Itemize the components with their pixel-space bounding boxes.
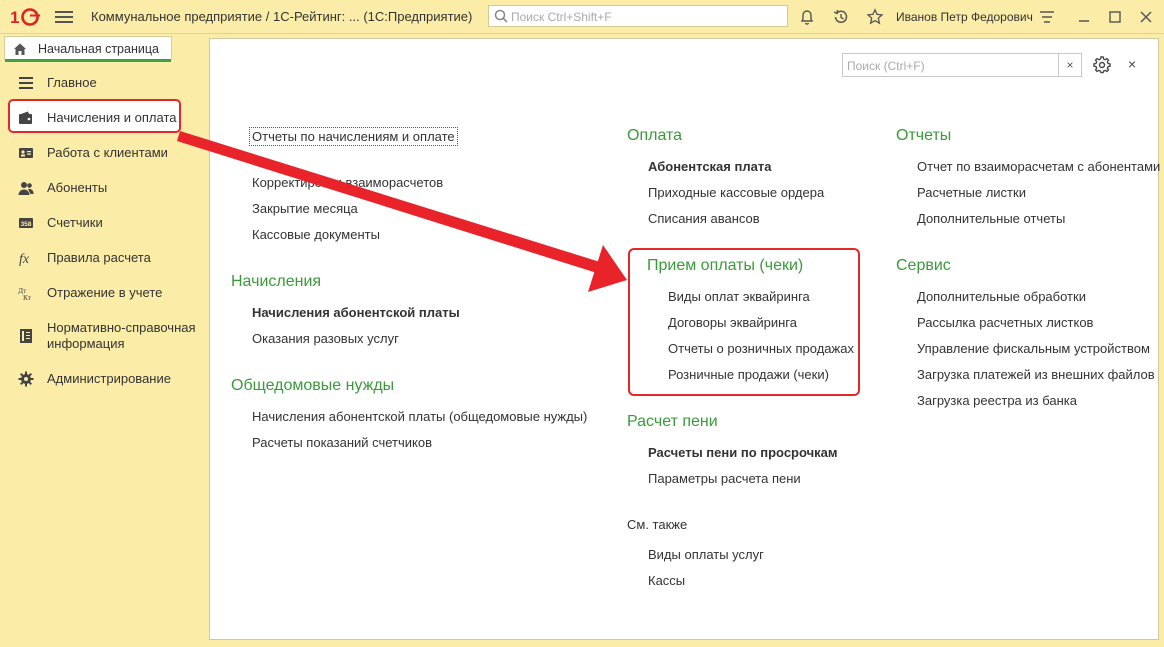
- link-advance-writeoffs[interactable]: Списания авансов: [648, 211, 760, 226]
- link-import-bank-registry[interactable]: Загрузка реестра из банка: [917, 393, 1077, 408]
- link-month-closing[interactable]: Закрытие месяца: [252, 201, 358, 216]
- link-common-house-charges[interactable]: Начисления абонентской платы (общедомовы…: [252, 409, 587, 424]
- link-acquiring-contracts[interactable]: Договоры эквайринга: [668, 315, 797, 330]
- history-icon[interactable]: [832, 8, 850, 26]
- settings-gear-icon[interactable]: [1093, 56, 1111, 74]
- svg-text:fx: fx: [19, 252, 30, 266]
- user-name[interactable]: Иванов Петр Федорович: [896, 10, 1033, 24]
- 1c-logo-icon[interactable]: 1: [10, 7, 44, 27]
- link-subscription-fee[interactable]: Абонентская плата: [648, 159, 771, 174]
- bell-icon[interactable]: [798, 8, 816, 26]
- link-overdue-penalties[interactable]: Расчеты пени по просрочкам: [648, 445, 838, 460]
- section-title-reports: Отчеты: [896, 127, 952, 144]
- sidebar-item-label-line2: информация: [47, 336, 125, 351]
- section-title-payment-acceptance: Прием оплаты (чеки): [647, 257, 804, 274]
- link-penalty-parameters[interactable]: Параметры расчета пени: [648, 471, 801, 486]
- tab-home-label: Начальная страница: [38, 42, 159, 56]
- link-cash-documents[interactable]: Кассовые документы: [252, 227, 380, 242]
- link-pay-slips[interactable]: Расчетные листки: [917, 185, 1026, 200]
- active-tab-indicator: [5, 59, 171, 62]
- sidebar-item-label: Начисления и оплата: [47, 110, 177, 125]
- hamburger-menu-icon[interactable]: [55, 9, 73, 25]
- sidebar-item-label: Работа с клиентами: [47, 145, 168, 160]
- list-icon: [19, 77, 33, 89]
- sidebar-item-reference-info[interactable]: Нормативно-справочная информация: [0, 320, 208, 354]
- sidebar-item-label: Отражение в учете: [47, 285, 163, 300]
- link-service-payment-types[interactable]: Виды оплаты услуг: [648, 547, 764, 562]
- book-icon: [20, 329, 32, 343]
- link-acquiring-payment-types[interactable]: Виды оплат эквайринга: [668, 289, 810, 304]
- link-meter-readings-calc[interactable]: Расчеты показаний счетчиков: [252, 435, 432, 450]
- minimize-icon[interactable]: [1075, 8, 1093, 26]
- sidebar-item-subscribers[interactable]: Абоненты: [0, 180, 208, 198]
- global-search-box[interactable]: [488, 5, 788, 27]
- sidebar-item-clients[interactable]: Работа с клиентами: [0, 145, 208, 163]
- link-additional-reports[interactable]: Дополнительные отчеты: [917, 211, 1065, 226]
- dt-kt-icon: Дт Кт: [18, 286, 32, 301]
- sidebar-item-label: Администрирование: [47, 371, 171, 386]
- link-charges-payment-reports[interactable]: Отчеты по начислениям и оплате: [249, 127, 458, 146]
- sidebar-item-label: Главное: [47, 75, 97, 90]
- sidebar-item-main[interactable]: Главное: [0, 75, 208, 93]
- sidebar-item-label: Абоненты: [47, 180, 108, 195]
- svg-text:Кт: Кт: [23, 293, 32, 301]
- sidebar-item-administration[interactable]: Администрирование: [0, 371, 208, 389]
- sidebar-item-label: Счетчики: [47, 215, 103, 230]
- link-retail-sales-reports[interactable]: Отчеты о розничных продажах: [668, 341, 854, 356]
- section-title-penalty: Расчет пени: [627, 413, 718, 430]
- link-cash-desks[interactable]: Кассы: [648, 573, 685, 588]
- sidebar-item-label: Правила расчета: [47, 250, 151, 265]
- maximize-icon[interactable]: [1106, 8, 1124, 26]
- sections-sidebar: Главное Начисления и оплата Работа с кли…: [0, 64, 208, 647]
- see-also-title: См. также: [627, 517, 688, 532]
- link-fiscal-device-control[interactable]: Управление фискальным устройством: [917, 341, 1150, 356]
- link-subscriber-settlements-report[interactable]: Отчет по взаиморасчетам с абонентами: [917, 159, 1160, 174]
- svg-text:1: 1: [10, 8, 19, 27]
- panel-close-button[interactable]: ×: [1128, 56, 1136, 72]
- home-icon: [14, 43, 26, 55]
- users-icon: [18, 182, 34, 195]
- link-cash-receipt-orders[interactable]: Приходные кассовые ордера: [648, 185, 824, 200]
- svg-text:358: 358: [21, 221, 32, 228]
- link-additional-processing[interactable]: Дополнительные обработки: [917, 289, 1086, 304]
- sidebar-item-calc-rules[interactable]: fx Правила расчета: [0, 250, 208, 268]
- contacts-icon: [19, 148, 33, 158]
- gear-icon: [18, 371, 34, 387]
- section-title-payment: Оплата: [627, 127, 683, 144]
- link-settlement-adjustments[interactable]: Корректировки взаиморасчетов: [252, 175, 443, 190]
- section-title-service: Сервис: [896, 257, 951, 274]
- close-icon[interactable]: [1137, 8, 1155, 26]
- global-search-input[interactable]: [509, 7, 783, 27]
- star-icon[interactable]: [866, 8, 884, 26]
- panel-search-box[interactable]: ×: [842, 53, 1082, 77]
- panel-search-input[interactable]: [845, 56, 1059, 76]
- sidebar-item-charges-and-payment[interactable]: Начисления и оплата: [0, 110, 208, 128]
- sidebar-item-accounting[interactable]: Дт Кт Отражение в учете: [0, 285, 208, 303]
- link-retail-sales-receipts[interactable]: Розничные продажи (чеки): [668, 367, 829, 382]
- tab-home[interactable]: Начальная страница: [4, 36, 172, 62]
- link-one-time-services[interactable]: Оказания разовых услуг: [252, 331, 399, 346]
- section-title-common-house-needs: Общедомовые нужды: [231, 377, 395, 394]
- app-title: Коммунальное предприятие / 1С-Рейтинг: .…: [91, 9, 473, 24]
- section-title-charges: Начисления: [231, 273, 322, 290]
- title-bar: 1 Коммунальное предприятие / 1С-Рейтинг:…: [0, 0, 1164, 34]
- search-icon: [494, 9, 508, 23]
- link-import-payments-from-files[interactable]: Загрузка платежей из внешних файлов: [917, 367, 1155, 382]
- sidebar-item-meters[interactable]: 358 Счетчики: [0, 215, 208, 233]
- sidebar-item-label-line1: Нормативно-справочная: [47, 320, 196, 335]
- link-pay-slip-mailing[interactable]: Рассылка расчетных листков: [917, 315, 1093, 330]
- fx-icon: fx: [19, 252, 30, 266]
- settings-lines-icon[interactable]: [1038, 8, 1056, 26]
- wallet-icon: [19, 111, 32, 124]
- clear-search-button[interactable]: ×: [1058, 54, 1081, 76]
- link-subscription-charges[interactable]: Начисления абонентской платы: [252, 305, 460, 320]
- meter-icon: 358: [19, 218, 33, 228]
